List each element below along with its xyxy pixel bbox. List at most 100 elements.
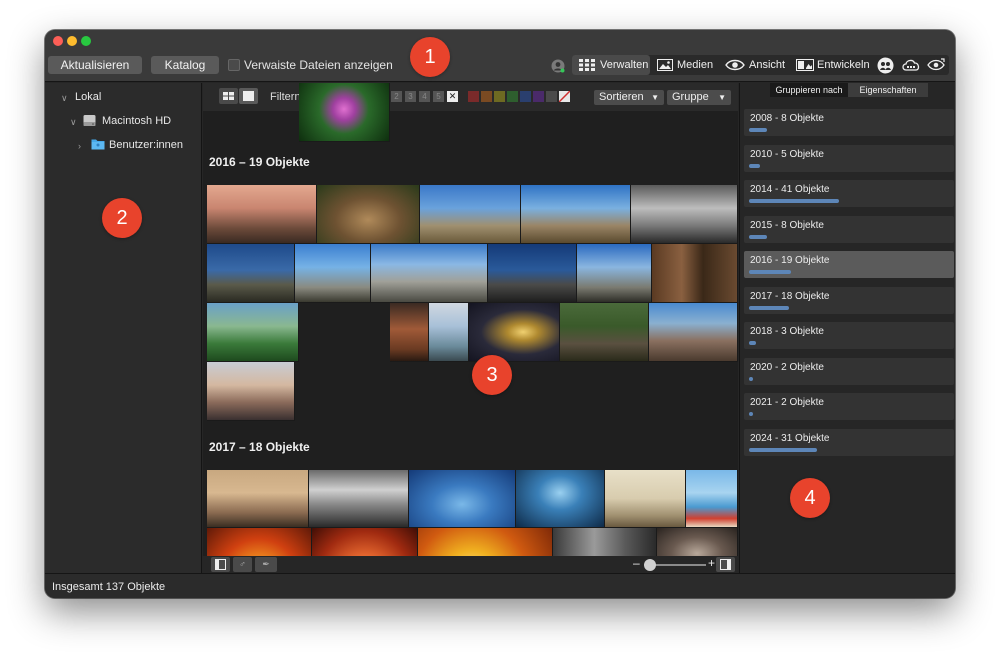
rating-2[interactable]: 2	[391, 91, 402, 102]
photo-thumbnail[interactable]	[317, 185, 420, 244]
pen-icon[interactable]: ✒	[255, 557, 277, 572]
photo-thumbnail[interactable]	[207, 185, 317, 244]
dropdown-arrow-icon: ▼	[718, 93, 726, 102]
photo-thumbnail[interactable]	[577, 244, 652, 303]
photo-thumbnail[interactable]	[207, 362, 295, 421]
photo-thumbnail[interactable]	[686, 470, 738, 528]
mode-medien-button[interactable]: Medien	[652, 55, 718, 75]
year-group-item[interactable]: 2020 - 2 Objekte	[744, 357, 954, 385]
year-group-item[interactable]: 2018 - 3 Objekte	[744, 322, 954, 349]
zoom-in-icon[interactable]: +	[708, 556, 715, 570]
minimize-window-button[interactable]	[67, 36, 77, 46]
color-filter-swatch[interactable]	[520, 91, 531, 102]
color-filter-swatch[interactable]	[507, 91, 518, 102]
year-count-bar	[749, 447, 817, 452]
photo-thumbnail[interactable]	[371, 244, 488, 303]
year-group-item[interactable]: 2017 - 18 Objekte	[744, 286, 954, 314]
cloud-icon[interactable]	[901, 58, 921, 72]
single-view-icon	[243, 91, 254, 101]
mode-verwalten-button[interactable]: Verwalten	[572, 55, 650, 75]
zoom-slider-handle[interactable]	[644, 559, 656, 571]
grid-view-icon	[223, 92, 234, 100]
total-count-label: Insgesamt 137 Objekte	[52, 581, 166, 593]
year-group-label: 2018 - 3 Objekte	[750, 326, 824, 337]
group-title-2017: 2017 – 18 Objekte	[209, 440, 310, 454]
sidebar-right: Gruppieren nach Eigenschaften 2008 - 8 O…	[739, 83, 955, 573]
photo-thumbnail[interactable]	[429, 303, 469, 362]
year-count-bar	[749, 376, 753, 381]
photo-thumbnail[interactable]	[309, 470, 409, 528]
year-group-item[interactable]: 2021 - 2 Objekte	[744, 393, 954, 420]
callout-badge-3: 3	[472, 355, 512, 395]
photo-thumbnail[interactable]	[488, 244, 577, 303]
color-clear[interactable]	[559, 91, 570, 102]
year-group-item[interactable]: 2015 - 8 Objekte	[744, 215, 954, 243]
photo-thumbnail[interactable]	[469, 303, 560, 362]
orphan-files-checkbox[interactable]	[228, 59, 240, 71]
no-color-icon	[559, 91, 570, 102]
color-filter-swatch[interactable]	[533, 91, 544, 102]
photo-thumbnail[interactable]	[207, 470, 309, 528]
rating-5[interactable]: 5	[433, 91, 444, 102]
photo-thumbnail[interactable]	[207, 303, 299, 362]
year-group-item[interactable]: 2008 - 8 Objekte	[744, 109, 954, 136]
photo-thumbnail[interactable]	[521, 185, 631, 244]
year-group-item[interactable]: 2014 - 41 Objekte	[744, 180, 954, 207]
close-window-button[interactable]	[53, 36, 63, 46]
group-dropdown[interactable]: Gruppe ▼	[667, 90, 731, 105]
year-group-item[interactable]: 2024 - 31 Objekte	[744, 428, 954, 456]
mode-ansicht-button[interactable]: Ansicht	[722, 55, 788, 75]
photo-thumbnail[interactable]	[409, 470, 516, 528]
view-grid-button[interactable]	[219, 88, 238, 104]
year-count-bar	[749, 412, 753, 416]
callout-badge-4: 4	[790, 478, 830, 518]
panel-right-icon	[720, 559, 731, 570]
refresh-button[interactable]: Aktualisieren	[48, 56, 142, 74]
tab-properties[interactable]: Eigenschaften	[848, 83, 928, 97]
year-group-label: 2020 - 2 Objekte	[750, 361, 824, 373]
photo-thumbnail[interactable]	[207, 244, 295, 303]
folder-icon	[91, 139, 105, 150]
photo-thumbnail[interactable]	[631, 185, 738, 244]
mode-verwalten-label: Verwalten	[600, 59, 649, 71]
zoom-out-icon[interactable]: –	[633, 556, 640, 570]
photo-thumbnail[interactable]	[390, 303, 429, 362]
grid-icon	[579, 59, 595, 71]
year-group-label: 2008 - 8 Objekte	[750, 113, 824, 124]
zoom-window-button[interactable]	[81, 36, 91, 46]
year-group-item[interactable]: 2010 - 5 Objekte	[744, 144, 954, 172]
sort-dropdown[interactable]: Sortieren ▼	[594, 90, 664, 105]
tab-group-by[interactable]: Gruppieren nach	[770, 83, 848, 97]
year-group-item[interactable]: 2016 - 19 Objekte	[744, 251, 954, 278]
photo-thumbnail[interactable]	[420, 185, 521, 244]
mode-entwickeln-button[interactable]: Entwickeln	[792, 55, 870, 75]
color-filter-swatch[interactable]	[481, 91, 492, 102]
catalog-button[interactable]: Katalog	[151, 56, 219, 74]
color-filter-swatch[interactable]	[468, 91, 479, 102]
photo-thumbnail[interactable]	[649, 303, 738, 362]
rating-4[interactable]: 4	[419, 91, 430, 102]
photo-thumbnail[interactable]	[605, 470, 686, 528]
year-count-bar	[749, 305, 789, 310]
photo-thumbnail[interactable]	[299, 83, 390, 142]
eye-refresh-icon[interactable]	[926, 58, 946, 72]
rating-clear[interactable]: ✕	[447, 91, 458, 102]
photo-thumbnail[interactable]	[652, 244, 738, 303]
rating-3[interactable]: 3	[405, 91, 416, 102]
tree-item-label: Lokal	[75, 91, 102, 103]
male-symbol-icon[interactable]: ♂	[233, 557, 252, 572]
view-single-button[interactable]	[239, 88, 258, 104]
callout-badge-1: 1	[410, 37, 450, 77]
year-count-bar	[749, 199, 839, 203]
photo-thumbnail[interactable]	[516, 470, 605, 528]
photo-thumbnail[interactable]	[560, 303, 649, 362]
color-filter-swatch[interactable]	[546, 91, 557, 102]
people-icon[interactable]	[877, 57, 894, 74]
mode-medien-label: Medien	[677, 59, 714, 71]
color-filter-swatch[interactable]	[494, 91, 505, 102]
user-icon[interactable]	[551, 59, 565, 73]
photo-thumbnail[interactable]	[295, 244, 371, 303]
orphan-files-label: Verwaiste Dateien anzeigen	[244, 58, 393, 72]
toggle-left-panel-button[interactable]	[211, 557, 230, 572]
toggle-right-panel-button[interactable]	[716, 557, 735, 572]
